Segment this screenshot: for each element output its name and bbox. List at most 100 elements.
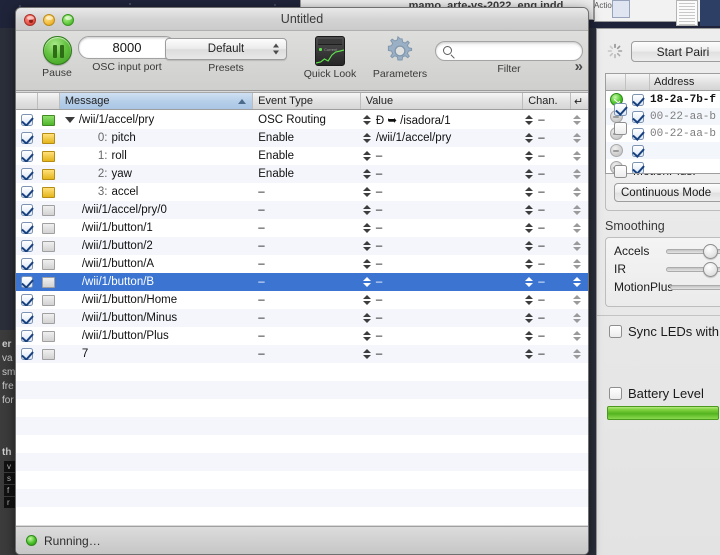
value-stepper[interactable] [362, 167, 372, 181]
cell-value[interactable]: – [361, 167, 523, 181]
cell-event-type[interactable]: – [253, 276, 361, 288]
status-swatch-icon[interactable] [42, 132, 56, 144]
status-swatch-icon[interactable] [42, 258, 56, 270]
overflow-stepper[interactable] [573, 329, 582, 343]
value-stepper[interactable] [362, 239, 372, 253]
table-row[interactable]: /wii/1/accel/pry/0 – – – [16, 201, 588, 219]
cell-overflow[interactable] [571, 203, 588, 217]
row-enabled-checkbox-cell[interactable] [16, 168, 38, 180]
channel-stepper[interactable] [525, 113, 534, 127]
status-swatch-icon[interactable] [42, 114, 56, 126]
address-enabled-cell[interactable] [626, 110, 650, 123]
checkbox-address-enabled[interactable] [632, 161, 644, 173]
overflow-stepper[interactable] [573, 239, 582, 253]
filter-input[interactable] [458, 43, 578, 59]
cell-overflow[interactable] [571, 221, 588, 235]
row-enabled-checkbox-cell[interactable] [16, 132, 38, 144]
cell-channel[interactable]: – [523, 275, 571, 289]
status-swatch-icon[interactable] [42, 204, 56, 216]
row-state-swatch-cell[interactable] [38, 150, 60, 162]
status-swatch-icon[interactable] [42, 150, 56, 162]
cell-message[interactable]: /wii/1/button/Minus [60, 312, 253, 324]
cell-channel[interactable]: – [523, 185, 571, 199]
row-enabled-checkbox-cell[interactable] [16, 150, 38, 162]
toolbar-overflow-icon[interactable]: » [575, 59, 583, 74]
checkbox-row-enabled[interactable] [20, 348, 33, 360]
table-row[interactable]: /wii/1/button/Minus – – – [16, 309, 588, 327]
cell-value[interactable]: /wii/1/accel/pry [361, 131, 523, 145]
cell-channel[interactable]: – [523, 347, 571, 361]
row-enabled-checkbox-cell[interactable] [16, 204, 38, 216]
cell-value[interactable]: Ð ➥ /isadora/1 [361, 113, 523, 127]
overflow-stepper[interactable] [573, 257, 582, 271]
column-header-channel[interactable]: Chan. [523, 93, 572, 109]
table-row[interactable]: 2: yaw Enable – – [16, 165, 588, 183]
cell-message[interactable]: /wii/1/button/B [60, 276, 253, 288]
smoothing-slider-knob[interactable] [702, 243, 718, 259]
cell-value[interactable]: – [361, 221, 523, 235]
cell-message[interactable]: 0: pitch [60, 132, 253, 144]
checkbox-pitch-roll-yaw[interactable] [614, 102, 627, 116]
cell-event-type[interactable]: OSC Routing [253, 114, 361, 126]
cell-value[interactable]: – [361, 347, 523, 361]
row-state-swatch-cell[interactable] [38, 348, 60, 360]
cell-channel[interactable]: – [523, 149, 571, 163]
checkbox-row-enabled[interactable] [20, 222, 33, 234]
cell-value[interactable]: – [361, 149, 523, 163]
cell-channel[interactable]: – [523, 221, 571, 235]
row-enabled-checkbox-cell[interactable] [16, 312, 38, 324]
column-header-overflow[interactable]: ↵ [571, 93, 588, 109]
cell-channel[interactable]: – [523, 203, 571, 217]
cell-overflow[interactable] [571, 185, 588, 199]
checkbox-row-enabled[interactable] [20, 204, 33, 216]
cell-value[interactable]: – [361, 239, 523, 253]
filter-toolbar-item[interactable]: Filter [435, 41, 583, 75]
cell-channel[interactable]: – [523, 113, 571, 127]
row-state-swatch-cell[interactable] [38, 258, 60, 270]
table-row[interactable]: 3: accel – – – [16, 183, 588, 201]
column-header-message[interactable]: Message [59, 93, 254, 109]
cell-overflow[interactable] [571, 149, 588, 163]
table-row[interactable]: /wii/1/button/Plus – – – [16, 327, 588, 345]
overflow-stepper[interactable] [573, 293, 582, 307]
checkbox-row-enabled[interactable] [20, 330, 33, 342]
address-enabled-cell[interactable] [626, 93, 650, 106]
cell-value[interactable]: – [361, 329, 523, 343]
row-state-swatch-cell[interactable] [38, 168, 60, 180]
channel-stepper[interactable] [525, 275, 534, 289]
cell-overflow[interactable] [571, 329, 588, 343]
checkbox-row-enabled[interactable] [20, 114, 33, 126]
cell-channel[interactable]: – [523, 257, 571, 271]
cell-value[interactable]: – [361, 185, 523, 199]
cell-event-type[interactable]: – [253, 312, 361, 324]
status-swatch-icon[interactable] [42, 330, 56, 342]
status-swatch-icon[interactable] [42, 222, 56, 234]
cell-value[interactable]: – [361, 257, 523, 271]
address-enabled-cell[interactable] [626, 144, 650, 157]
overflow-stepper[interactable] [573, 167, 582, 181]
pause-button[interactable] [42, 36, 72, 65]
channel-stepper[interactable] [525, 347, 534, 361]
channel-stepper[interactable] [525, 239, 534, 253]
cell-overflow[interactable] [571, 167, 588, 181]
cell-overflow[interactable] [571, 257, 588, 271]
cell-event-type[interactable]: – [253, 294, 361, 306]
checkbox-motionplus[interactable] [614, 164, 627, 178]
checkbox-row-enabled[interactable] [20, 150, 33, 162]
channel-stepper[interactable] [525, 203, 534, 217]
cell-overflow[interactable] [571, 293, 588, 307]
status-swatch-icon[interactable] [42, 276, 56, 288]
column-header-value[interactable]: Value [361, 93, 524, 109]
cell-channel[interactable]: – [523, 329, 571, 343]
cell-message[interactable]: /wii/1/button/1 [60, 222, 253, 234]
cell-message[interactable]: /wii/1/button/A [60, 258, 253, 270]
checkbox-address-enabled[interactable] [632, 93, 644, 106]
status-swatch-icon[interactable] [42, 186, 56, 198]
checkbox-row-enabled[interactable] [20, 240, 33, 252]
row-state-swatch-cell[interactable] [38, 222, 60, 234]
channel-stepper[interactable] [525, 131, 534, 145]
cell-message[interactable]: /wii/1/button/Plus [60, 330, 253, 342]
cell-value[interactable]: – [361, 293, 523, 307]
channel-stepper[interactable] [525, 311, 534, 325]
osc-port-toolbar-item[interactable]: 8000 OSC input port [78, 36, 176, 73]
